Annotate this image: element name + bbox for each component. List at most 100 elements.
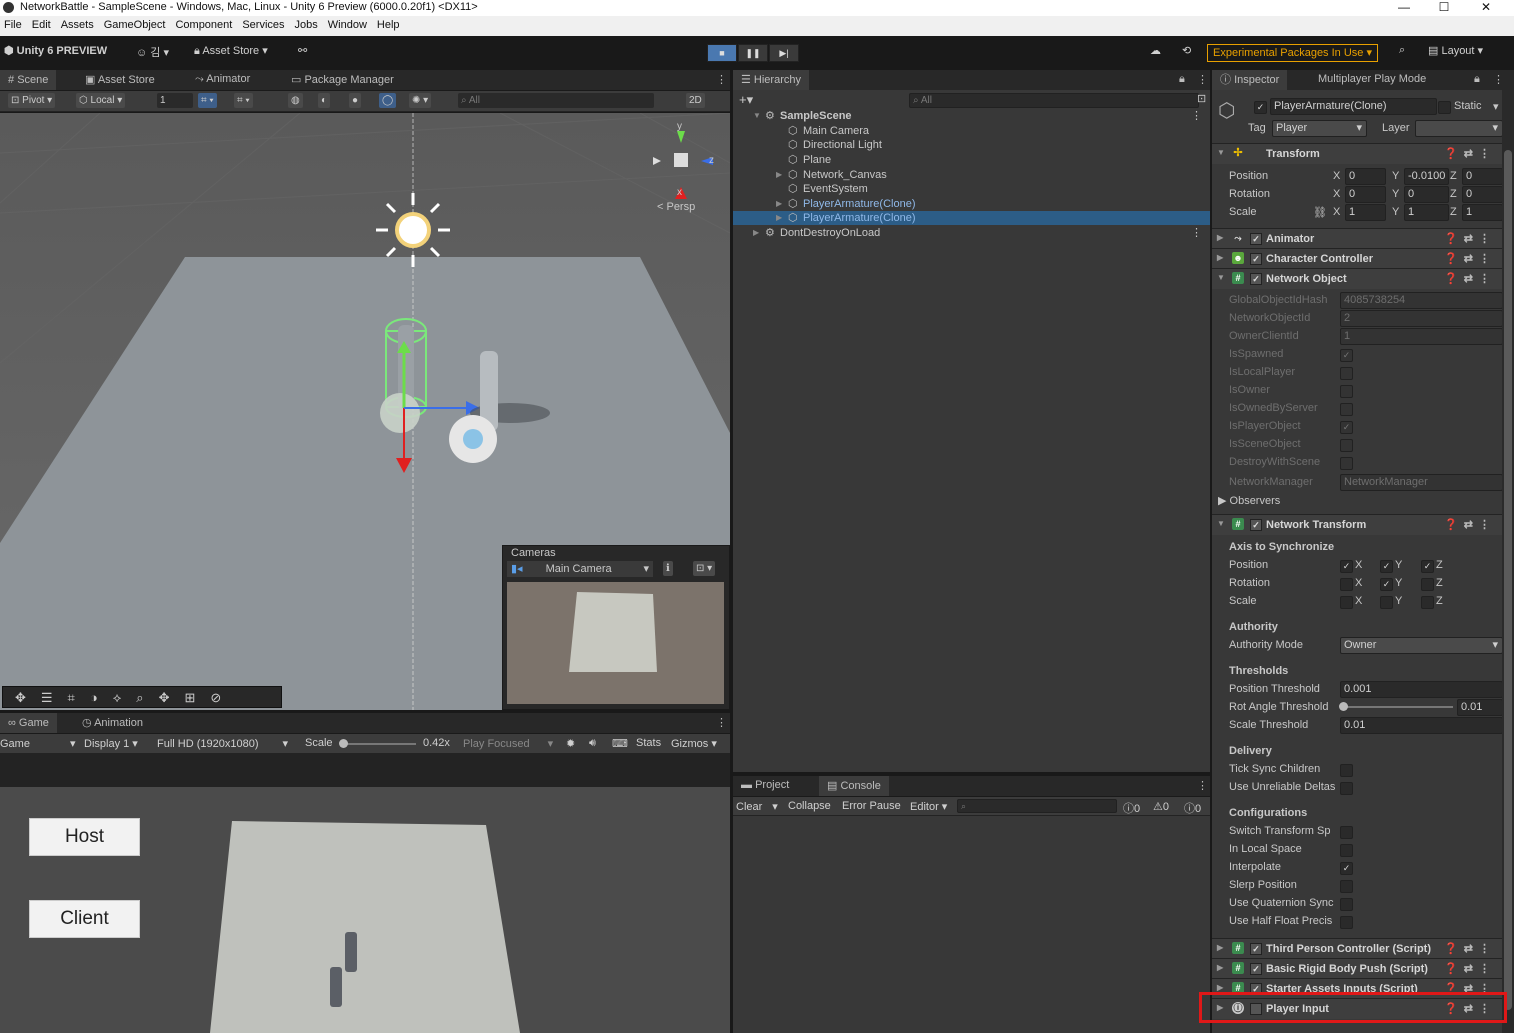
tab-console[interactable]: ▤ Console: [819, 776, 889, 796]
experimental-packages-badge[interactable]: Experimental Packages In Use ▾: [1207, 44, 1378, 62]
axis-sync-x-checkbox[interactable]: [1340, 578, 1353, 591]
foldout-expanded-icon[interactable]: ▼: [753, 109, 761, 123]
scale-y-field[interactable]: 1: [1404, 204, 1449, 221]
hierarchy-item[interactable]: ▶ ⚙ DontDestroyOnLoad ⋮: [733, 226, 1210, 240]
collapse-toggle[interactable]: Collapse: [788, 800, 831, 812]
axis-sync-x-checkbox[interactable]: ✓: [1340, 560, 1353, 573]
scene-view[interactable]: y z x < Persp Cameras ▮◂ Main Camera ▾ ℹ…: [0, 113, 730, 710]
more-options-icon[interactable]: ⋮: [1191, 109, 1202, 123]
static-dropdown[interactable]: ▾: [1493, 100, 1499, 113]
shaded-icon[interactable]: ◐: [318, 93, 331, 108]
script-enabled-checkbox[interactable]: ✓: [1250, 943, 1262, 955]
scale-z-field[interactable]: 1: [1462, 204, 1502, 221]
lock-icon[interactable]: 🔒︎: [1474, 73, 1480, 86]
bug-icon[interactable]: ✹: [566, 737, 575, 750]
script-component-header[interactable]: ▶ # ✓ Basic Rigid Body Push (Script) ❓⇄⋮: [1212, 958, 1502, 979]
axis-sync-y-checkbox[interactable]: [1380, 596, 1393, 609]
more-options-icon[interactable]: ⋮: [1493, 73, 1504, 86]
gizmos-dropdown[interactable]: Gizmos ▾: [671, 737, 717, 750]
step-button[interactable]: ▶|: [769, 44, 799, 62]
component-menu-icons[interactable]: ❓⇄⋮: [1444, 942, 1496, 955]
pause-button[interactable]: ❚❚: [738, 44, 768, 62]
static-checkbox[interactable]: [1438, 101, 1451, 114]
menu-help[interactable]: Help: [373, 16, 406, 31]
grid-size-field[interactable]: 1: [157, 93, 193, 108]
component-menu-icons[interactable]: ❓⇄⋮: [1444, 252, 1496, 265]
asset-store-dropdown[interactable]: 🔒︎ Asset Store ▾: [194, 44, 268, 58]
gameobject-active-checkbox[interactable]: ✓: [1254, 101, 1267, 114]
menu-services[interactable]: Services: [238, 16, 290, 31]
script-enabled-checkbox[interactable]: ✓: [1250, 963, 1262, 975]
cameras-overlay[interactable]: Cameras ▮◂ Main Camera ▾ ℹ ⊡ ▾: [502, 545, 730, 710]
character-controller-header[interactable]: ▶ ☻ ✓ Character Controller ❓⇄⋮: [1212, 248, 1502, 269]
grid-snap-icon[interactable]: ⌗ ▾: [198, 93, 217, 108]
foldout-collapsed-icon[interactable]: ▶: [776, 197, 782, 211]
info-count[interactable]: ⓘ0: [1123, 800, 1140, 816]
history-icon[interactable]: ⟲: [1182, 44, 1191, 57]
scene-search-input[interactable]: ⌕ All: [458, 93, 654, 108]
close-icon[interactable]: ✕: [1466, 0, 1506, 16]
sphere-icon[interactable]: ●: [349, 93, 362, 108]
gameobject-name-field[interactable]: PlayerArmature(Clone): [1270, 98, 1437, 115]
rot-threshold-slider-thumb[interactable]: [1339, 702, 1348, 711]
game-view-dropdown[interactable]: Game ▾: [0, 737, 76, 750]
axis-sync-y-checkbox[interactable]: ✓: [1380, 578, 1393, 591]
stats-button[interactable]: Stats: [636, 737, 661, 749]
console-search-input[interactable]: ⌕: [957, 799, 1117, 813]
play-mode-dropdown[interactable]: Play Focused ▾: [463, 737, 553, 750]
rotation-y-field[interactable]: 0: [1404, 186, 1449, 203]
warning-count[interactable]: ⚠0: [1153, 800, 1169, 813]
axis-sync-z-checkbox[interactable]: ✓: [1421, 560, 1434, 573]
transform-header[interactable]: ▼ ✢ Transform ❓⇄⋮: [1212, 143, 1502, 164]
menu-assets[interactable]: Assets: [57, 16, 100, 31]
scale-slider-thumb[interactable]: [339, 739, 348, 748]
axis-sync-z-checkbox[interactable]: [1421, 578, 1434, 591]
layer-dropdown[interactable]: ▾: [1415, 120, 1502, 137]
lock-icon[interactable]: 🔒︎: [1179, 73, 1185, 86]
play-button[interactable]: ■: [707, 44, 737, 62]
menu-gameobject[interactable]: GameObject: [100, 16, 172, 31]
hierarchy-item[interactable]: ⬡ Directional Light: [733, 138, 1210, 152]
tab-animator[interactable]: ⤳ Animator: [195, 73, 250, 86]
camera-frame-icon[interactable]: ⊡ ▾: [693, 561, 716, 576]
snap-icon[interactable]: ⌗ ▾: [234, 93, 253, 108]
version-control-icon[interactable]: ⚯: [298, 44, 307, 57]
search-icon[interactable]: ⌕: [1399, 44, 1405, 57]
rot-threshold-field[interactable]: 0.01: [1457, 699, 1502, 716]
tab-asset-store[interactable]: ▣ Asset Store: [85, 73, 155, 86]
game-view[interactable]: Host Client: [0, 753, 730, 1033]
more-options-icon[interactable]: ⋮: [1191, 226, 1202, 240]
projection-label[interactable]: < Persp: [657, 201, 695, 213]
hierarchy-panel[interactable]: +▾ ⌕ All ⊡ ▼ ⚙ SampleScene ⋮ ⬡ Main Camera ⬡ Di…: [733, 90, 1210, 772]
position-z-field[interactable]: 0: [1462, 168, 1502, 185]
configuration-checkbox[interactable]: [1340, 880, 1353, 893]
authority-mode-dropdown[interactable]: Owner ▾: [1340, 637, 1502, 654]
menu-edit[interactable]: Edit: [28, 16, 57, 31]
rot-threshold-slider[interactable]: [1343, 706, 1453, 708]
sun-icon[interactable]: [376, 193, 450, 267]
resolution-dropdown[interactable]: Full HD (1920x1080) ▾: [157, 737, 288, 750]
tab-animation[interactable]: ◷ Animation: [82, 716, 143, 729]
more-options-icon[interactable]: ⋮: [716, 73, 727, 86]
character-controller-enabled-checkbox[interactable]: ✓: [1250, 253, 1262, 265]
configuration-checkbox[interactable]: [1340, 898, 1353, 911]
layout-dropdown[interactable]: ▤ Layout ▾: [1428, 44, 1483, 57]
tab-multiplayer-play-mode[interactable]: Multiplayer Play Mode: [1318, 73, 1426, 85]
foldout-collapsed-icon[interactable]: ▶: [776, 211, 782, 225]
more-options-icon[interactable]: ⋮: [716, 716, 727, 729]
hierarchy-item[interactable]: ▶ ⬡ Network_Canvas: [733, 168, 1210, 182]
animator-header[interactable]: ▶ ⤳ ✓ Animator ❓⇄⋮: [1212, 228, 1502, 249]
constrain-proportions-icon[interactable]: ⛓: [1313, 206, 1327, 219]
axis-sync-y-checkbox[interactable]: ✓: [1380, 560, 1393, 573]
console-log[interactable]: [733, 816, 1210, 1033]
menu-file[interactable]: File: [0, 16, 28, 31]
more-options-icon[interactable]: ⋮: [1197, 73, 1208, 86]
menu-window[interactable]: Window: [324, 16, 373, 31]
minimize-icon[interactable]: —: [1384, 0, 1424, 16]
inspector-scrollbar-thumb[interactable]: [1504, 150, 1512, 1010]
clear-dropdown[interactable]: Clear ▾: [736, 800, 778, 813]
component-menu-icons[interactable]: ❓⇄⋮: [1444, 962, 1496, 975]
axis-sync-x-checkbox[interactable]: [1340, 596, 1353, 609]
tab-package-manager[interactable]: ▭ Package Manager: [291, 73, 394, 86]
account-dropdown[interactable]: ☺ 김 ▾: [136, 44, 169, 60]
